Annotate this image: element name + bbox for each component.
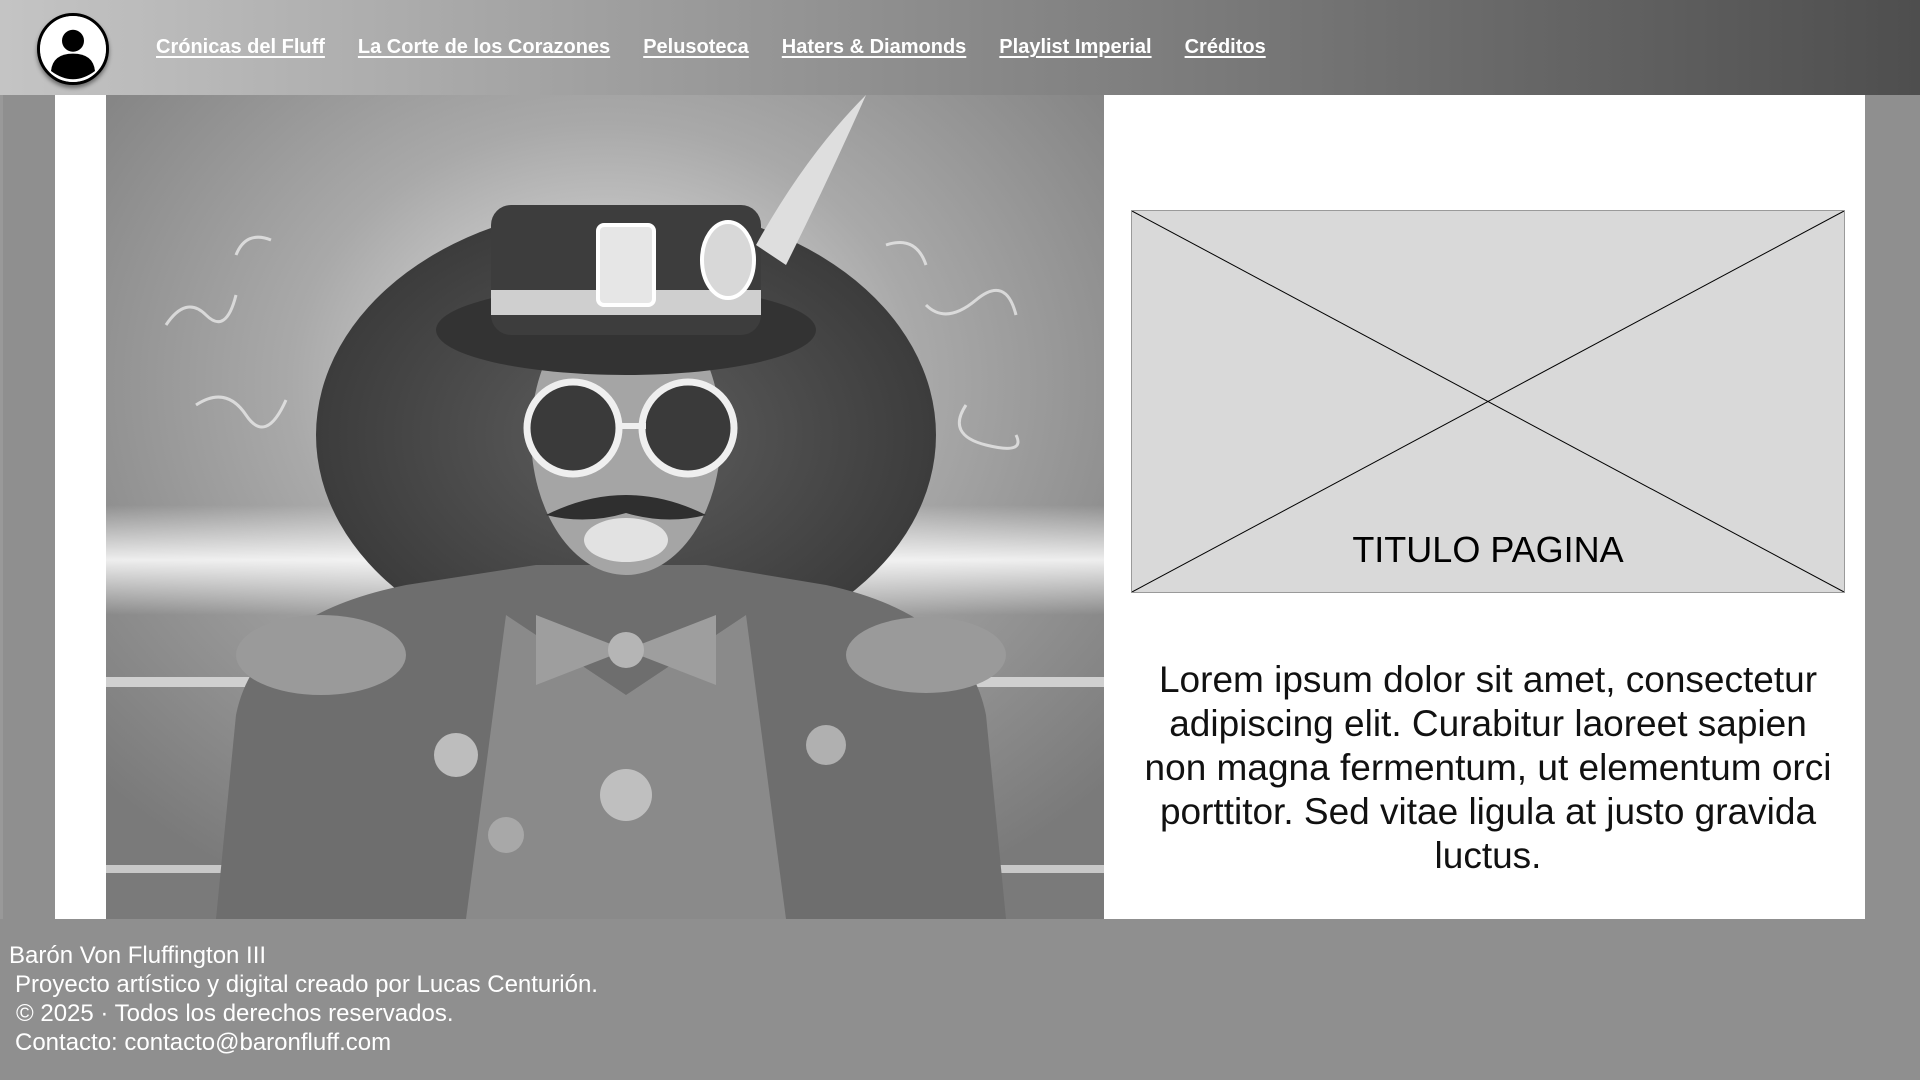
main-nav: Crónicas del Fluff La Corte de los Coraz… (156, 0, 1299, 95)
nav-link-creditos[interactable]: Créditos (1185, 36, 1266, 59)
left-margin (0, 95, 3, 919)
image-placeholder: TITULO PAGINA (1131, 210, 1845, 593)
hero-portrait-image (106, 95, 1104, 919)
nav-link-cronicas[interactable]: Crónicas del Fluff (156, 36, 325, 59)
intro-paragraph: Lorem ipsum dolor sit amet, consectetur … (1144, 659, 1832, 876)
nav-link-haters[interactable]: Haters & Diamonds (782, 36, 967, 59)
nav-link-corte[interactable]: La Corte de los Corazones (358, 36, 610, 59)
footer-contact[interactable]: Contacto: contacto@baronfluff.com (15, 1028, 391, 1057)
nav-link-playlist[interactable]: Playlist Imperial (999, 36, 1151, 59)
nav-link-pelusoteca[interactable]: Pelusoteca (643, 36, 749, 59)
footer-name: Barón Von Fluffington III (9, 942, 267, 969)
page-title: TITULO PAGINA (1352, 529, 1624, 570)
footer-credit: Proyecto artístico y digital creado por … (15, 971, 598, 998)
top-navigation-bar: Crónicas del Fluff La Corte de los Coraz… (0, 0, 1920, 95)
site-footer: Barón Von Fluffington III Proyecto artís… (0, 919, 1920, 1080)
footer-copyright: © 2025 · Todos los derechos reservados. (16, 1000, 454, 1027)
user-profile-icon[interactable] (37, 13, 109, 85)
